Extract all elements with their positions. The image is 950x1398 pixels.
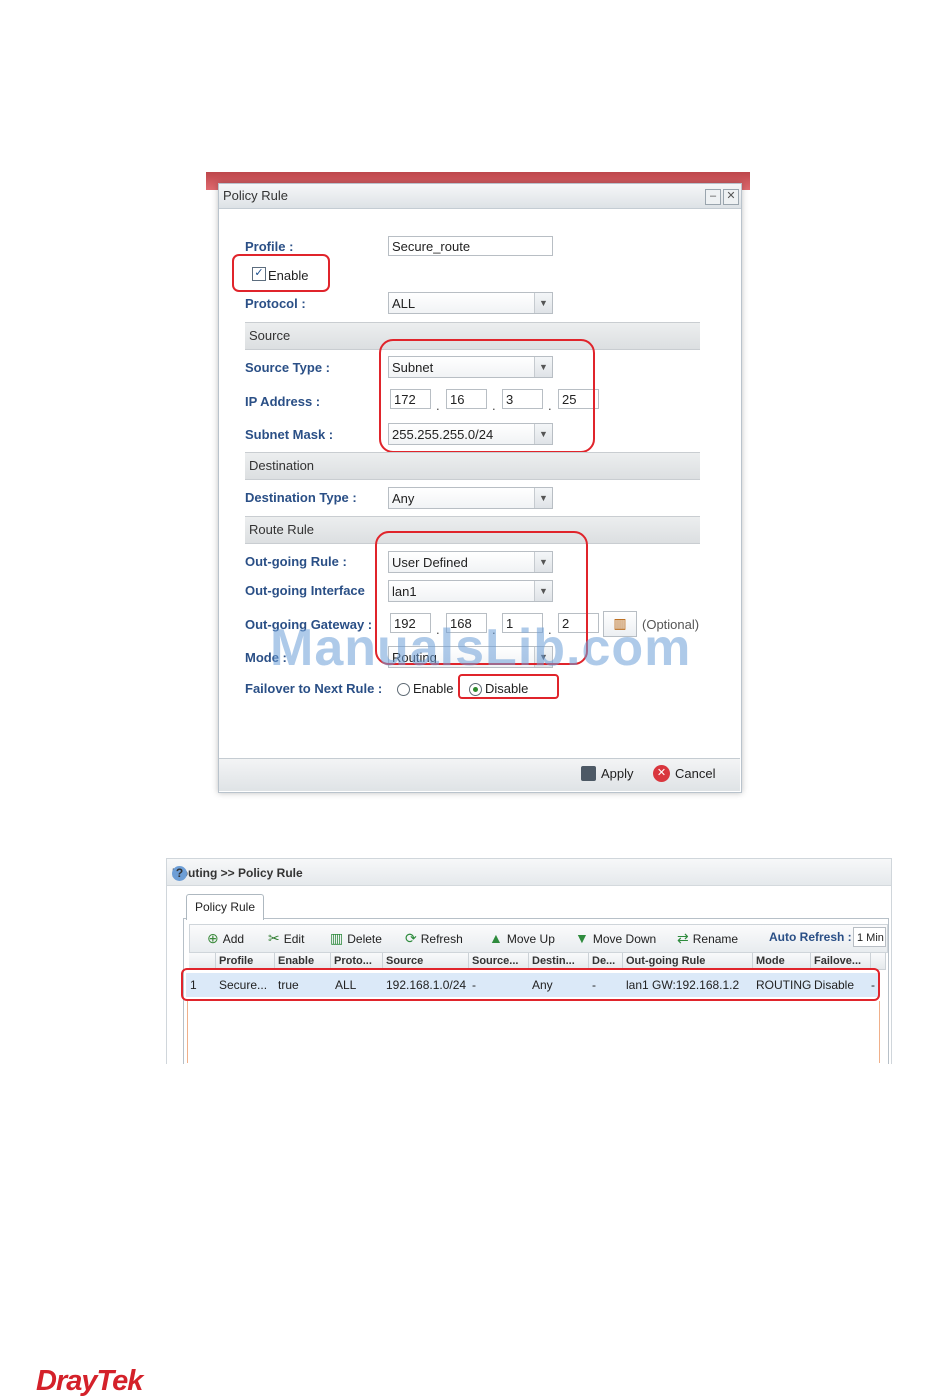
protocol-select[interactable]: ALL ▼ [388, 292, 553, 314]
apply-button[interactable]: Apply [581, 765, 634, 782]
destination-type-value: Any [392, 491, 415, 506]
refresh-icon: ⟳ [405, 930, 417, 946]
edit-button[interactable]: ✂ Edit [268, 930, 304, 947]
failover-enable-label: Enable [413, 681, 454, 696]
close-icon[interactable]: ✕ [723, 189, 739, 205]
failover-enable-radio[interactable] [397, 683, 410, 696]
cancel-button[interactable]: ✕ Cancel [653, 765, 716, 783]
trash-icon: ▥ [330, 930, 344, 946]
save-icon [581, 766, 596, 782]
ip-address-label: IP Address : [245, 394, 321, 409]
rename-button[interactable]: ⇄ Rename [677, 930, 738, 947]
arrow-up-icon: ▲ [489, 930, 503, 946]
auto-refresh-label: Auto Refresh : [769, 930, 852, 944]
arrow-down-icon: ▼ [575, 930, 589, 946]
add-label: Add [222, 932, 245, 946]
edit-icon: ✂ [268, 930, 280, 946]
section-destination-title: Destination [249, 458, 315, 473]
add-icon: ⊕ [207, 930, 219, 946]
subnet-mask-label: Subnet Mask : [245, 427, 334, 442]
move-up-button[interactable]: ▲ Move Up [489, 930, 555, 946]
section-route-rule-title: Route Rule [249, 522, 315, 537]
chevron-down-icon: ▼ [534, 293, 552, 313]
move-up-label: Move Up [506, 932, 555, 946]
chevron-down-icon: ▼ [534, 488, 552, 508]
rename-label: Rename [692, 932, 739, 946]
delete-button[interactable]: ▥ Delete [330, 930, 382, 947]
cancel-label: Cancel [675, 766, 716, 782]
destination-type-select[interactable]: Any ▼ [388, 487, 553, 509]
apply-label: Apply [601, 766, 634, 782]
add-button[interactable]: ⊕ Add [207, 930, 244, 947]
failover-label: Failover to Next Rule : [245, 681, 383, 696]
highlight-enable [232, 254, 330, 292]
section-destination: Destination [245, 452, 700, 480]
highlight-row [181, 968, 880, 1001]
watermark: ManualsLib.com [270, 619, 692, 677]
cancel-icon: ✕ [653, 765, 670, 783]
edit-label: Edit [283, 932, 305, 946]
refresh-label: Refresh [420, 932, 463, 946]
grid-border-left [187, 1001, 188, 1063]
refresh-button[interactable]: ⟳ Refresh [405, 930, 463, 947]
destination-type-label: Destination Type : [245, 490, 357, 505]
auto-refresh-select[interactable]: 1 Min [853, 927, 886, 947]
draytek-logo: DrayTek [36, 1365, 143, 1397]
dialog-title-bar: Policy Rule – ✕ [219, 184, 741, 209]
move-down-button[interactable]: ▼ Move Down [575, 930, 656, 946]
panel-header: Routing >> Policy Rule ? [167, 859, 891, 886]
minimize-icon[interactable]: – [705, 189, 721, 205]
outgoing-rule-label: Out-going Rule : [245, 554, 347, 569]
protocol-value: ALL [392, 296, 416, 311]
rename-icon: ⇄ [677, 930, 689, 946]
help-icon[interactable]: ? [172, 866, 187, 881]
move-down-label: Move Down [592, 932, 657, 946]
grid-border-right [879, 1001, 880, 1063]
tab-policy-rule[interactable]: Policy Rule [186, 894, 264, 920]
breadcrumb: Routing >> Policy Rule [172, 866, 303, 880]
dialog-title: Policy Rule [223, 188, 289, 203]
delete-label: Delete [347, 932, 382, 946]
source-type-label: Source Type : [245, 360, 331, 375]
outgoing-interface-label: Out-going Interface [245, 583, 365, 598]
highlight-source [379, 339, 595, 453]
protocol-label: Protocol : [245, 296, 306, 311]
section-source-title: Source [249, 328, 291, 343]
profile-label: Profile : [245, 239, 294, 254]
profile-input[interactable]: Secure_route [388, 236, 553, 256]
